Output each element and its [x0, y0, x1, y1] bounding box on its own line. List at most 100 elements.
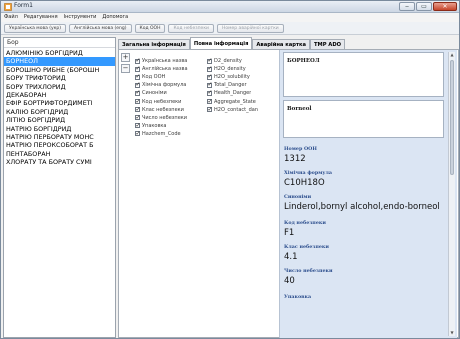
un-number-value: 1312 — [284, 154, 306, 164]
checkbox[interactable] — [135, 65, 141, 72]
list-item[interactable]: КАЛІЮ БОРГІДРИД — [4, 108, 115, 116]
checkbox-label: Українська назва — [142, 58, 188, 65]
list-item[interactable]: БОРУ ТРИФТОРИД — [4, 74, 115, 82]
un-code-button[interactable]: Код ООН — [134, 24, 166, 33]
checkbox[interactable] — [207, 89, 213, 96]
checkbox[interactable] — [135, 73, 141, 80]
ukrainian-name-button[interactable]: Українська мова (укр) — [4, 24, 67, 33]
hazard-code-value: F1 — [284, 228, 295, 238]
list-item[interactable]: БОРУ ТРИХЛОРИД — [4, 83, 115, 91]
checkbox[interactable] — [207, 73, 213, 80]
checkbox[interactable] — [135, 57, 141, 64]
list-item[interactable]: ХЛОРАТУ ТА БОРАТУ СУМІ — [4, 158, 115, 166]
checkbox[interactable] — [135, 98, 141, 105]
checkbox[interactable] — [135, 89, 141, 96]
checkbox[interactable] — [207, 81, 213, 88]
checkbox-label: H2O_contact_dan — [214, 106, 258, 113]
title-bar: Form1 ‒ ▭ ✕ — [1, 1, 459, 13]
tab-general-info[interactable]: Загальна інформація — [118, 39, 190, 49]
field-checkbox-row[interactable]: Синоніми — [135, 89, 207, 97]
field-checkbox-row[interactable]: Код ООН — [135, 73, 207, 81]
details-scrollbar[interactable]: ▲ ▼ — [448, 52, 455, 336]
checkbox-label: Клас небезпеки — [142, 106, 184, 113]
menu-file[interactable]: Файл — [4, 13, 18, 22]
field-checkbox-row[interactable]: Українська назва — [135, 57, 207, 65]
list-item[interactable]: НАТРІЮ ПЕРОКСОБОРАТ Б — [4, 141, 115, 149]
formula-value: C10H18O — [284, 178, 325, 188]
packaging-label: Упаковка — [284, 294, 312, 300]
menu-tools[interactable]: Інструменти — [64, 13, 97, 22]
tab-emergency-card[interactable]: Аварійна картка — [252, 39, 310, 49]
checkbox[interactable] — [135, 122, 141, 129]
synonyms-value: Linderol,bornyl alcohol,endo-borneol — [284, 202, 440, 212]
maximize-button[interactable]: ▭ — [416, 2, 432, 11]
field-checklist-left: Українська назваАнглійська назваКод ООНХ… — [135, 57, 207, 138]
substance-list-panel: Бор АЛЮМІНІЮ БОРГІДРИД БОРНЕОЛ БОРОШНО РИБ… — [3, 37, 116, 338]
english-name-box: Borneol — [283, 100, 444, 138]
field-checkbox-row[interactable]: Хімічна формула — [135, 81, 207, 89]
full-info-panel: + − Українська назваАнглійська назваКод … — [118, 49, 459, 338]
tab-full-info[interactable]: Повна інформація — [189, 37, 253, 49]
field-checkbox-row[interactable]: H2O_contact_dan — [207, 106, 279, 114]
menu-help[interactable]: Допомога — [102, 13, 128, 22]
checkbox[interactable] — [135, 81, 141, 88]
checkbox[interactable] — [207, 106, 213, 113]
list-item[interactable]: ЛІТІЮ БОРГІДРИД — [4, 116, 115, 124]
list-item[interactable]: ПЕНТАБОРАН — [4, 150, 115, 158]
main-panel: Загальна інформація Повна інформація Ава… — [118, 37, 459, 338]
checkbox-label: Англійська назва — [142, 66, 188, 73]
scroll-down-icon[interactable]: ▼ — [449, 330, 455, 336]
field-checkbox-row[interactable]: Код небезпеки — [135, 97, 207, 105]
list-item[interactable]: АЛЮМІНІЮ БОРГІДРИД — [4, 49, 115, 57]
checkbox[interactable] — [135, 106, 141, 113]
toolbar: Українська мова (укр) Англійська мова (e… — [1, 22, 459, 35]
list-item[interactable]: ДЕКАБОРАН — [4, 91, 115, 99]
checkbox[interactable] — [135, 114, 141, 121]
field-checkbox-row[interactable]: H2O_density — [207, 65, 279, 73]
field-checkbox-row[interactable]: Total_Danger — [207, 81, 279, 89]
scrollbar-thumb[interactable] — [450, 60, 454, 175]
checkbox[interactable] — [207, 65, 213, 72]
close-button[interactable]: ✕ — [433, 2, 457, 11]
hazard-code-button[interactable]: Код небезпеки — [168, 24, 214, 33]
checkbox[interactable] — [135, 130, 141, 137]
menu-edit[interactable]: Редагування — [24, 13, 58, 22]
synonyms-label: Синоніми — [284, 194, 312, 200]
field-checkbox-row[interactable]: D2_density — [207, 57, 279, 65]
list-item[interactable]: БОРНЕОЛ — [4, 57, 115, 66]
field-checkbox-row[interactable]: Упаковка — [135, 122, 207, 130]
remove-button[interactable]: − — [121, 64, 130, 73]
list-item[interactable]: НАТРІЮ ПЕРБОРАТУ МОНС — [4, 133, 115, 141]
field-checklist-right: D2_densityH2O_densityH2O_solubilityTotal… — [207, 57, 279, 114]
tab-tmr-ado[interactable]: ТМР ADO — [310, 39, 346, 49]
field-checkbox-row[interactable]: H2O_solubility — [207, 73, 279, 81]
list-item[interactable]: ЕФІР БОРТРИФТОРДИМЕТІ — [4, 99, 115, 107]
checkbox-label: Код ООН — [142, 74, 166, 81]
emergency-card-number-button[interactable]: Номер аварійної картки — [216, 24, 284, 33]
minimize-button[interactable]: ‒ — [399, 2, 415, 11]
checkbox-label: Health_Danger — [214, 90, 252, 97]
checkbox-label: H2O_solubility — [214, 74, 250, 81]
field-checkbox-row[interactable]: Aggregate_State — [207, 97, 279, 105]
tab-strip: Загальна інформація Повна інформація Ава… — [118, 37, 346, 49]
scroll-up-icon[interactable]: ▲ — [449, 52, 455, 58]
add-button[interactable]: + — [121, 53, 130, 62]
field-checkbox-row[interactable]: Клас небезпеки — [135, 106, 207, 114]
english-name-button[interactable]: Англійська мова (eng) — [69, 24, 132, 33]
search-field[interactable]: Бор — [4, 38, 115, 48]
substance-list: АЛЮМІНІЮ БОРГІДРИД БОРНЕОЛ БОРОШНО РИБНЕ (… — [4, 48, 115, 166]
app-window: Form1 ‒ ▭ ✕ Файл Редагування Інструменти… — [0, 0, 460, 339]
list-item[interactable]: НАТРІЮ БОРГІДРИД — [4, 125, 115, 133]
checkbox-label: H2O_density — [214, 66, 246, 73]
app-icon — [4, 3, 12, 11]
list-item[interactable]: БОРОШНО РИБНЕ (БОРОШН — [4, 66, 115, 74]
checkbox[interactable] — [207, 98, 213, 105]
checkbox[interactable] — [207, 57, 213, 64]
checkbox-label: Число небезпеки — [142, 114, 188, 121]
checkbox-label: Total_Danger — [214, 82, 247, 89]
field-checkbox-row[interactable]: Англійська назва — [135, 65, 207, 73]
field-checkbox-row[interactable]: Health_Danger — [207, 89, 279, 97]
hazard-code-label: Код небезпеки — [284, 220, 326, 226]
field-checkbox-row[interactable]: Число небезпеки — [135, 114, 207, 122]
field-checkbox-row[interactable]: Hazchem_Code — [135, 130, 207, 138]
